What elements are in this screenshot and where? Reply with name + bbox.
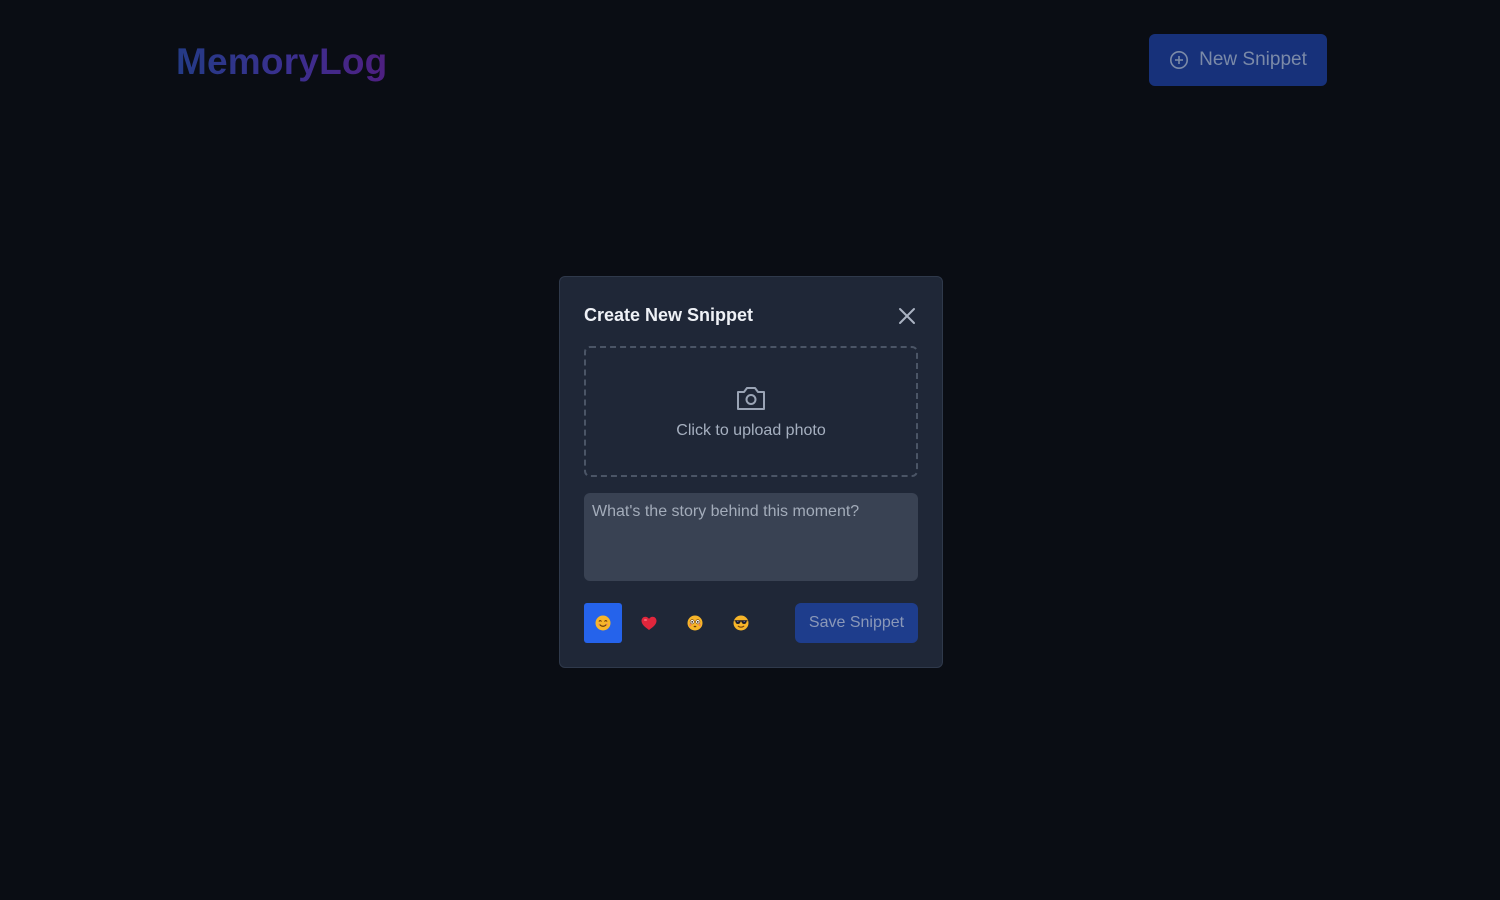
create-snippet-modal: Create New Snippet Click to upload photo [559, 276, 943, 668]
smiling-face-icon [595, 615, 611, 631]
flushed-face-icon [687, 615, 703, 631]
plus-circle-icon [1169, 50, 1189, 70]
mood-button-smile[interactable] [584, 603, 622, 643]
modal-title: Create New Snippet [584, 305, 754, 325]
red-heart-icon [641, 616, 657, 630]
upload-label: Click to upload photo [676, 421, 826, 439]
story-input[interactable] [584, 493, 918, 581]
mood-selector [584, 603, 760, 643]
sunglasses-face-icon [733, 615, 749, 631]
mood-button-heart[interactable] [630, 603, 668, 643]
app-page: MemoryLog New Snippet Create New Snippet… [0, 0, 1500, 900]
camera-icon [737, 386, 765, 410]
new-snippet-label: New Snippet [1199, 49, 1307, 70]
mood-button-flushed[interactable] [676, 603, 714, 643]
save-snippet-button[interactable]: Save Snippet [795, 603, 918, 643]
app-logo: MemoryLog [176, 41, 388, 82]
photo-upload-zone[interactable]: Click to upload photo [584, 346, 918, 477]
close-button[interactable] [896, 305, 918, 327]
mood-button-cool[interactable] [722, 603, 760, 643]
new-snippet-button[interactable]: New Snippet [1149, 34, 1327, 86]
close-icon [899, 308, 915, 324]
